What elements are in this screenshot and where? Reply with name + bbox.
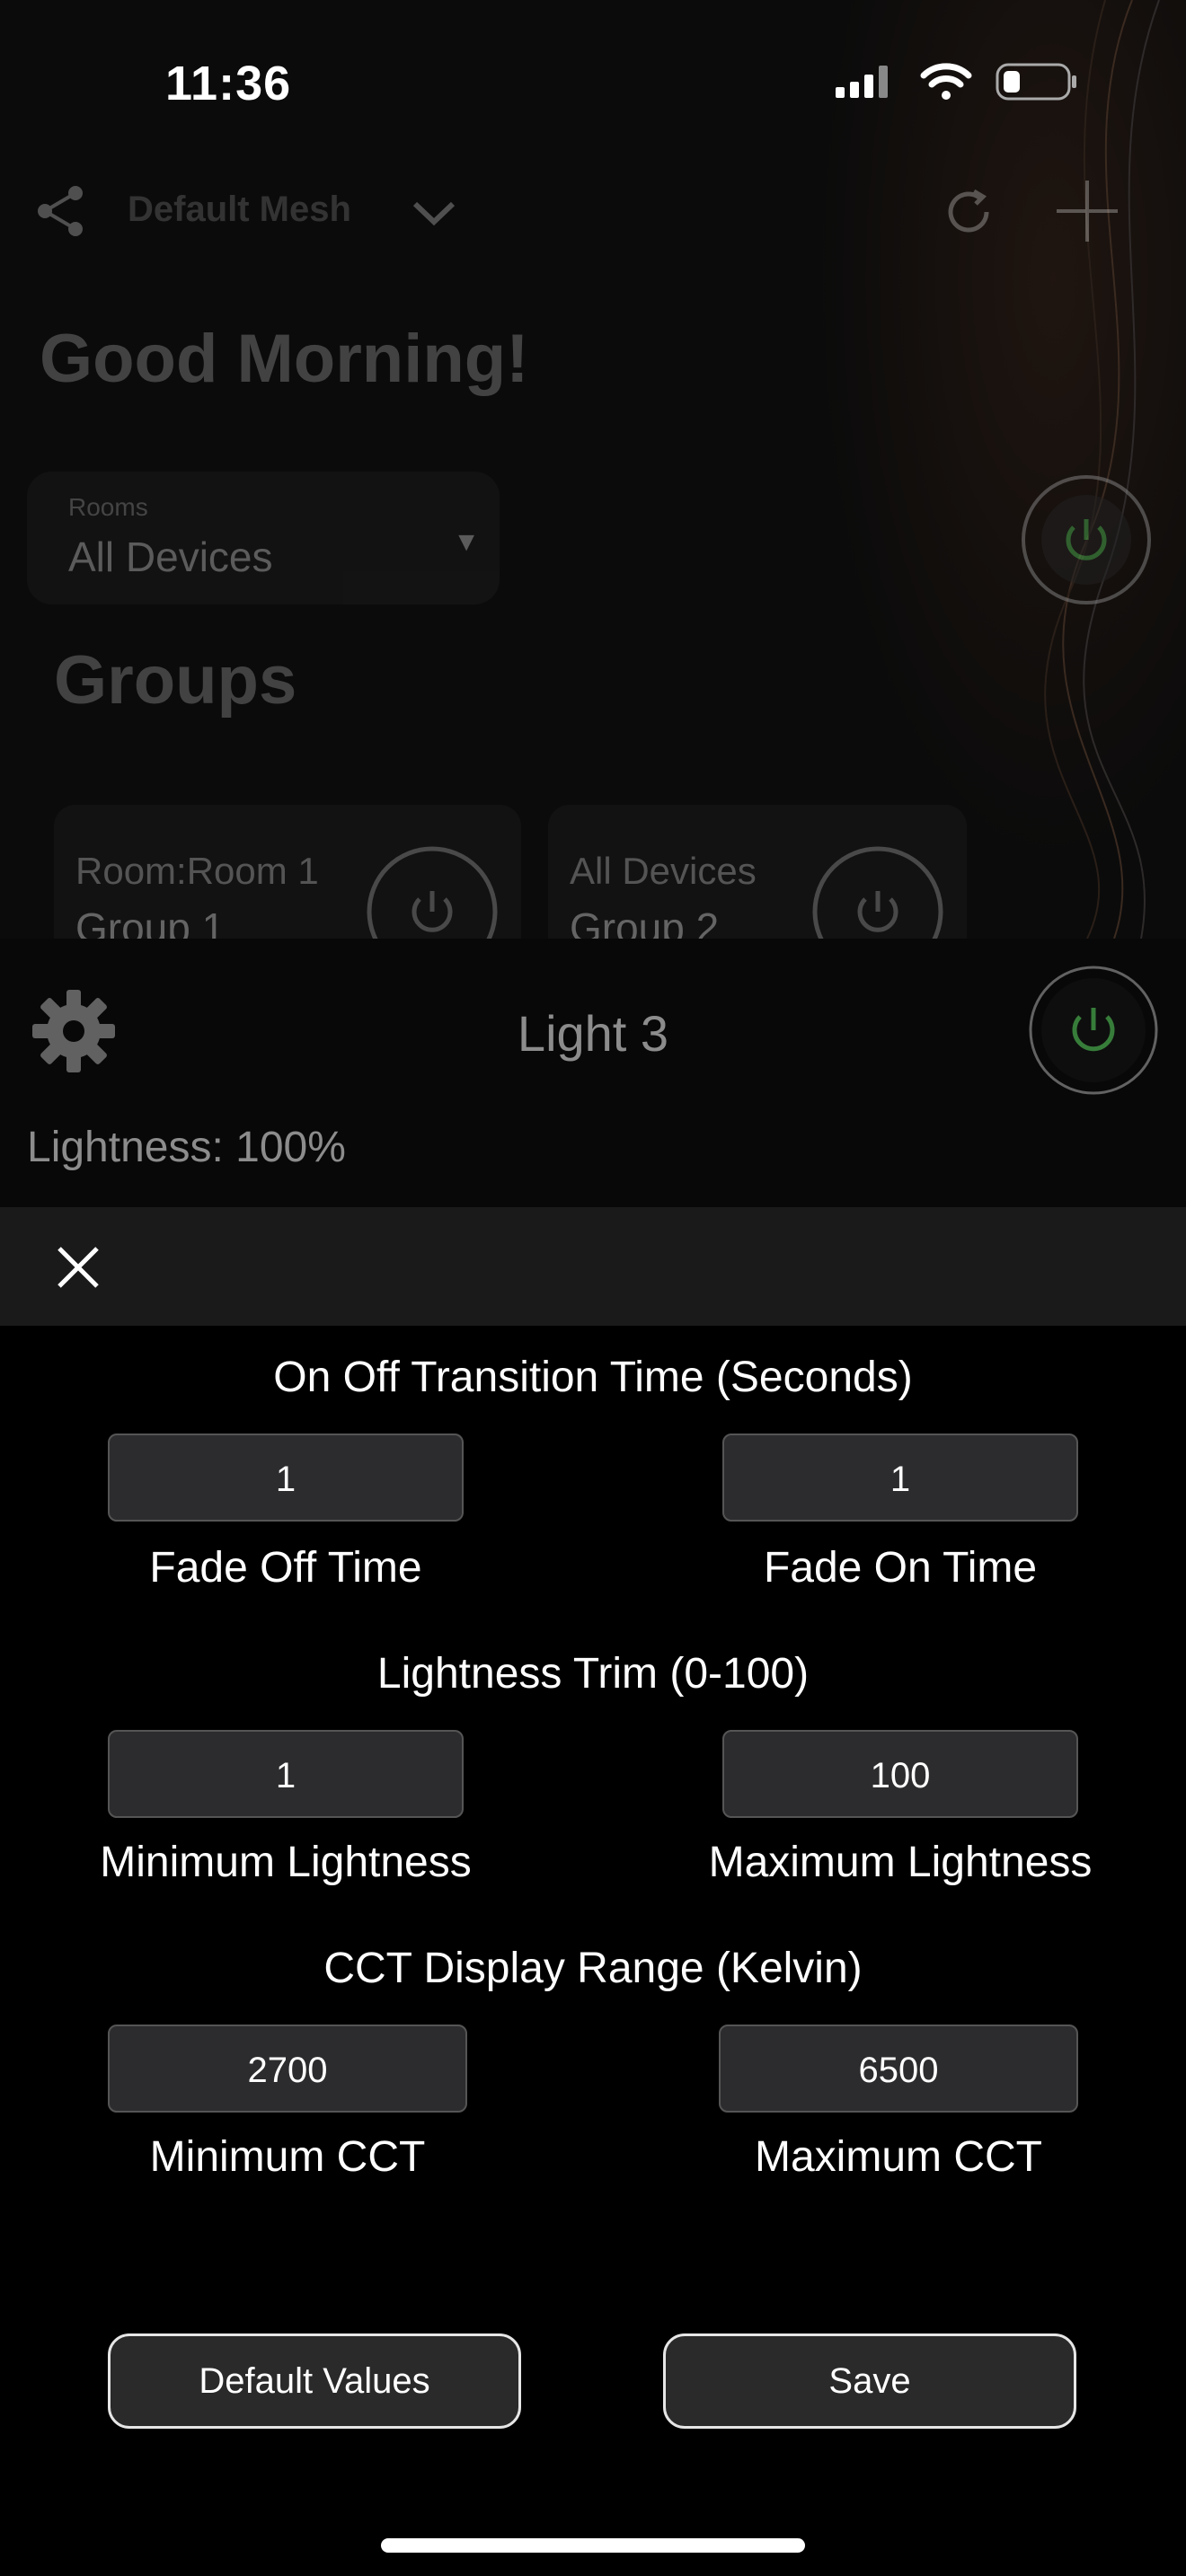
save-button[interactable]: Save — [663, 2333, 1076, 2429]
status-bar: 11:36 — [0, 0, 1186, 171]
group-name: Group 1 — [75, 904, 226, 939]
fade-on-time-input[interactable]: 1 — [722, 1434, 1078, 1522]
trim-section-title: Lightness Trim (0-100) — [376, 1650, 810, 1698]
default-values-button[interactable]: Default Values — [108, 2333, 521, 2429]
battery-icon — [996, 63, 1076, 101]
power-icon[interactable] — [1028, 965, 1159, 1096]
caret-down-icon: ▼ — [453, 527, 480, 557]
background-screen: 11:36 Default Mesh Good Morning! Rooms A… — [0, 0, 1186, 939]
rooms-dropdown[interactable]: Rooms All Devices ▼ — [27, 472, 500, 604]
status-time: 11:36 — [165, 57, 292, 110]
maximum-cct-label: Maximum CCT — [755, 2133, 1042, 2181]
minimum-lightness-input[interactable]: 1 — [108, 1730, 464, 1818]
maximum-cct-input[interactable]: 6500 — [719, 2025, 1078, 2113]
close-icon[interactable] — [52, 1241, 104, 1293]
groups-title: Groups — [54, 642, 297, 719]
minimum-cct-input[interactable]: 2700 — [108, 2025, 467, 2113]
fade-off-time-label: Fade Off Time — [149, 1544, 422, 1592]
top-bar: Default Mesh — [32, 175, 1155, 247]
power-icon[interactable] — [810, 844, 945, 939]
rooms-label: Rooms — [68, 493, 148, 521]
maximum-lightness-input[interactable]: 100 — [722, 1730, 1078, 1818]
minimum-cct-label: Minimum CCT — [149, 2133, 426, 2181]
transition-section-title: On Off Transition Time (Seconds) — [273, 1354, 913, 1401]
light-title: Light 3 — [517, 1005, 669, 1062]
lightness-readout: Lightness: 100% — [27, 1124, 346, 1171]
fade-on-time-label: Fade On Time — [763, 1544, 1038, 1592]
group-name: Group 2 — [570, 904, 720, 939]
home-indicator — [381, 2538, 805, 2553]
refresh-icon[interactable] — [942, 184, 997, 240]
cellular-signal-icon — [836, 66, 888, 98]
mesh-selector-label[interactable]: Default Mesh — [128, 190, 351, 230]
fade-off-time-input[interactable]: 1 — [108, 1434, 464, 1522]
cct-section-title: CCT Display Range (Kelvin) — [323, 1945, 863, 1992]
chevron-down-icon[interactable] — [412, 200, 456, 227]
group-room: Room:Room 1 — [75, 850, 319, 892]
power-icon[interactable] — [365, 844, 500, 939]
rooms-value: All Devices — [68, 534, 273, 580]
settings-header — [0, 1207, 1186, 1326]
minimum-lightness-label: Minimum Lightness — [100, 1839, 472, 1886]
wifi-icon — [920, 63, 972, 100]
share-icon[interactable] — [32, 182, 90, 240]
group-room: All Devices — [570, 850, 757, 892]
group-card[interactable]: Room:Room 1 Group 1 — [54, 805, 521, 939]
maximum-lightness-label: Maximum Lightness — [708, 1839, 1093, 1886]
greeting-title: Good Morning! — [40, 321, 529, 397]
power-icon[interactable] — [1019, 472, 1154, 607]
group-card[interactable]: All Devices Group 2 — [548, 805, 967, 939]
add-icon[interactable] — [1053, 177, 1121, 245]
